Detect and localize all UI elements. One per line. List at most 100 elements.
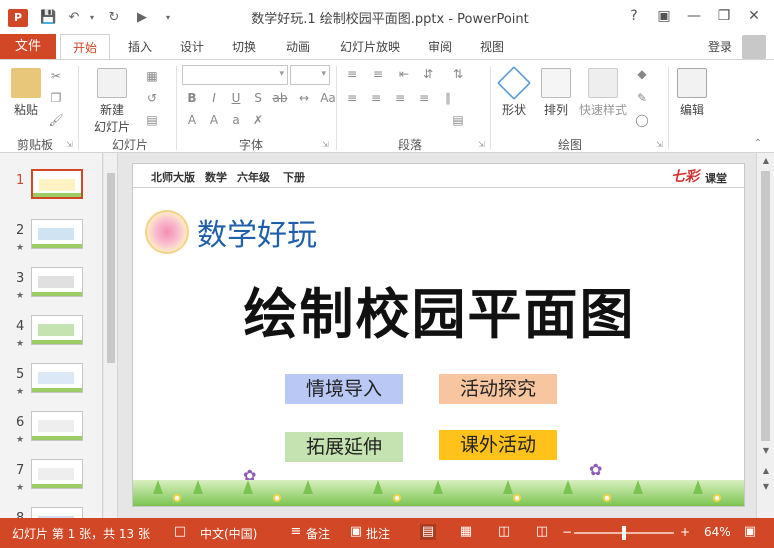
tab-view[interactable]: 视图	[470, 34, 514, 60]
tab-design[interactable]: 设计	[170, 34, 214, 60]
shape-outline-icon[interactable]: ✎	[634, 90, 650, 106]
current-slide[interactable]: 北师大版 数学 六年级 下册 七彩 课堂 数学好玩 绘制校园平面图 情境导入 活…	[132, 163, 745, 507]
ribbon-display-options-icon[interactable]: ▣	[654, 6, 674, 26]
undo-dropdown-icon[interactable]: ▾	[84, 10, 100, 26]
italic-icon[interactable]: I	[206, 90, 222, 106]
underline-icon[interactable]: U	[228, 90, 244, 106]
paragraph-launcher-icon[interactable]: ⇲	[478, 140, 485, 149]
tab-review[interactable]: 审阅	[418, 34, 462, 60]
slide-thumbnail[interactable]: 3 ★	[0, 267, 100, 313]
collapse-ribbon-icon[interactable]: ⌃	[750, 136, 766, 152]
smartart-icon[interactable]: ▤	[450, 112, 466, 128]
numbering-icon[interactable]: ≡	[370, 66, 386, 82]
new-slide-button[interactable]: 新建 幻灯片	[84, 68, 140, 135]
slide-thumbnail[interactable]: 5 ★	[0, 363, 100, 409]
font-color-icon[interactable]: A	[184, 112, 200, 128]
tab-insert[interactable]: 插入	[118, 34, 162, 60]
tab-home[interactable]: 开始	[60, 34, 110, 60]
zoom-out-icon[interactable]: −	[562, 525, 572, 539]
previous-slide-icon[interactable]: ▲	[757, 463, 774, 479]
editing-button[interactable]: 编辑	[674, 68, 710, 118]
scrollbar-thumb[interactable]	[107, 173, 115, 363]
section-icon[interactable]: ▤	[144, 112, 160, 128]
extracurricular-button[interactable]: 课外活动	[439, 430, 557, 460]
layout-icon[interactable]: ▦	[144, 68, 160, 84]
tab-slide-show[interactable]: 幻灯片放映	[332, 34, 408, 60]
font-size-input[interactable]: ▾	[290, 65, 330, 85]
thumbnail-scrollbar[interactable]	[104, 153, 118, 518]
reset-icon[interactable]: ↺	[144, 90, 160, 106]
scrollbar-thumb[interactable]	[761, 171, 770, 441]
align-center-icon[interactable]: ≡	[368, 90, 384, 106]
language-status[interactable]: 中文(中国)	[200, 525, 257, 542]
decrease-font-icon[interactable]: a	[228, 112, 244, 128]
shape-button[interactable]: 形状	[494, 66, 534, 118]
help-icon[interactable]: ?	[624, 6, 644, 26]
slide-thumbnail[interactable]: 1	[0, 169, 100, 215]
reading-view-icon[interactable]: ◫	[496, 524, 512, 540]
zoom-in-icon[interactable]: +	[680, 525, 690, 539]
font-launcher-icon[interactable]: ⇲	[322, 140, 329, 149]
zoom-slider-handle[interactable]	[622, 526, 626, 540]
zoom-level[interactable]: 64%	[704, 525, 731, 539]
undo-icon[interactable]: ↶	[66, 10, 82, 26]
tab-file[interactable]: 文件	[0, 34, 56, 60]
cut-icon[interactable]: ✂	[48, 68, 64, 84]
shadow-icon[interactable]: S	[250, 90, 266, 106]
spell-check-icon[interactable]: □	[172, 524, 188, 540]
explore-button[interactable]: 活动探究	[439, 374, 557, 404]
scroll-up-icon[interactable]: ▲	[757, 153, 774, 169]
scroll-down-icon[interactable]: ▼	[757, 443, 774, 459]
align-left-icon[interactable]: ≡	[344, 90, 360, 106]
restore-icon[interactable]: ❐	[714, 6, 734, 26]
slide-thumbnail[interactable]: 7 ★	[0, 459, 100, 505]
quick-styles-button[interactable]: 快速样式	[578, 68, 628, 118]
redo-icon[interactable]: ↻	[106, 10, 122, 26]
intro-button[interactable]: 情境导入	[285, 374, 403, 404]
font-name-input[interactable]: ▾	[182, 65, 288, 85]
decrease-indent-icon[interactable]: ⇤	[396, 66, 412, 82]
fit-to-window-icon[interactable]: ▣	[742, 524, 758, 540]
drawing-launcher-icon[interactable]: ⇲	[656, 140, 663, 149]
justify-icon[interactable]: ≡	[416, 90, 432, 106]
powerpoint-app-icon[interactable]: P	[8, 9, 28, 27]
clear-formatting-icon[interactable]: ✗	[250, 112, 266, 128]
slide-subtitle[interactable]: 数学好玩	[197, 210, 317, 254]
customize-toolbar-icon[interactable]: ▾	[160, 10, 176, 26]
close-icon[interactable]: ✕	[744, 6, 764, 26]
arrange-button[interactable]: 排列	[536, 68, 576, 118]
tab-transitions[interactable]: 切换	[222, 34, 266, 60]
slide-title[interactable]: 绘制校园平面图	[133, 270, 744, 349]
comments-button[interactable]: 批注	[366, 525, 390, 542]
copy-icon[interactable]: ❐	[48, 90, 64, 106]
slide-scrollbar[interactable]: ▲ ▼ ▲ ▼	[756, 153, 774, 518]
avatar[interactable]	[742, 35, 766, 59]
slide-sorter-view-icon[interactable]: ▦	[458, 524, 474, 540]
change-case-icon[interactable]: Aa	[320, 90, 336, 106]
columns-icon[interactable]: ∥	[440, 90, 456, 106]
line-spacing-icon[interactable]: ⇵	[420, 66, 436, 82]
slide-thumbnail[interactable]: 4 ★	[0, 315, 100, 361]
shape-effects-icon[interactable]: ◯	[634, 112, 650, 128]
save-icon[interactable]: 💾	[40, 10, 56, 26]
text-direction-icon[interactable]: ⇅	[450, 66, 466, 82]
slide-thumbnail[interactable]: 6 ★	[0, 411, 100, 457]
sign-in-link[interactable]: 登录	[708, 34, 732, 60]
bold-icon[interactable]: B	[184, 90, 200, 106]
shape-fill-icon[interactable]: ◆	[634, 66, 650, 82]
align-right-icon[interactable]: ≡	[392, 90, 408, 106]
character-spacing-icon[interactable]: ↔	[296, 90, 312, 106]
clipboard-launcher-icon[interactable]: ⇲	[66, 140, 73, 149]
slide-thumbnail[interactable]: 8	[0, 507, 100, 518]
next-slide-icon[interactable]: ▼	[757, 479, 774, 495]
tab-animations[interactable]: 动画	[276, 34, 320, 60]
notes-button[interactable]: 备注	[306, 525, 330, 542]
slide-show-view-icon[interactable]: ◫	[534, 524, 550, 540]
format-painter-icon[interactable]: 🖌	[48, 112, 64, 128]
bullets-icon[interactable]: ≡	[344, 66, 360, 82]
extend-button[interactable]: 拓展延伸	[285, 432, 403, 462]
strikethrough-icon[interactable]: ab	[272, 90, 288, 106]
normal-view-icon[interactable]: ▤	[420, 524, 436, 540]
start-from-beginning-icon[interactable]: ▶	[134, 10, 150, 26]
increase-font-icon[interactable]: A	[206, 112, 222, 128]
